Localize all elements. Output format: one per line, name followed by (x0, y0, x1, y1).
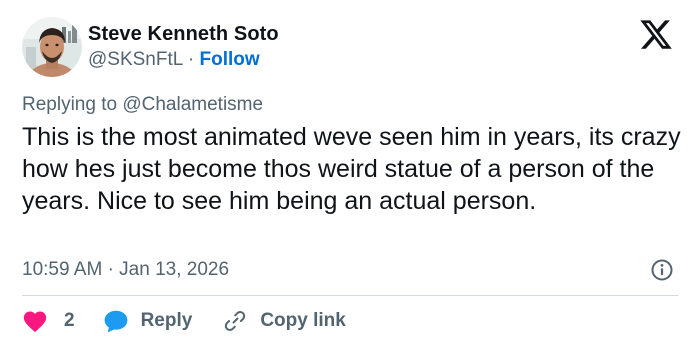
tweet-card: Steve Kenneth Soto @SKSnFtL · Follow Rep… (0, 0, 700, 348)
tweet-time[interactable]: 10:59 AM (22, 259, 102, 280)
reply-context[interactable]: Replying to @Chalametisme (22, 93, 263, 117)
handle-separator: · (187, 49, 195, 70)
meta-separator: · (107, 259, 114, 280)
author-name[interactable]: Steve Kenneth Soto (88, 21, 279, 47)
reply-bubble-icon (104, 310, 127, 333)
author-info: Steve Kenneth Soto @SKSnFtL · Follow (88, 21, 279, 73)
tweet-text: This is the most animated weve seen him … (22, 123, 681, 215)
tweet-header: Steve Kenneth Soto @SKSnFtL · Follow (22, 16, 279, 78)
action-bar: 2 Reply Copy link (22, 307, 346, 335)
tweet-meta: 10:59 AM · Jan 13, 2026 (22, 257, 229, 283)
follow-button[interactable]: Follow (200, 49, 260, 70)
copy-link-button[interactable]: Copy link (222, 309, 346, 333)
copy-link-label: Copy link (260, 310, 346, 331)
divider (22, 295, 678, 296)
info-icon[interactable] (650, 258, 674, 282)
heart-icon (23, 311, 47, 333)
avatar[interactable] (22, 17, 82, 77)
handle-row: @SKSnFtL · Follow (88, 47, 279, 73)
link-icon (225, 311, 246, 331)
reply-label: Reply (140, 310, 193, 331)
author-handle[interactable]: @SKSnFtL (88, 49, 183, 70)
like-button[interactable]: 2 (22, 309, 75, 333)
tweet-date[interactable]: Jan 13, 2026 (119, 259, 229, 280)
x-logo-icon[interactable] (638, 20, 674, 52)
like-count: 2 (64, 310, 75, 331)
reply-button[interactable]: Reply (103, 309, 193, 333)
